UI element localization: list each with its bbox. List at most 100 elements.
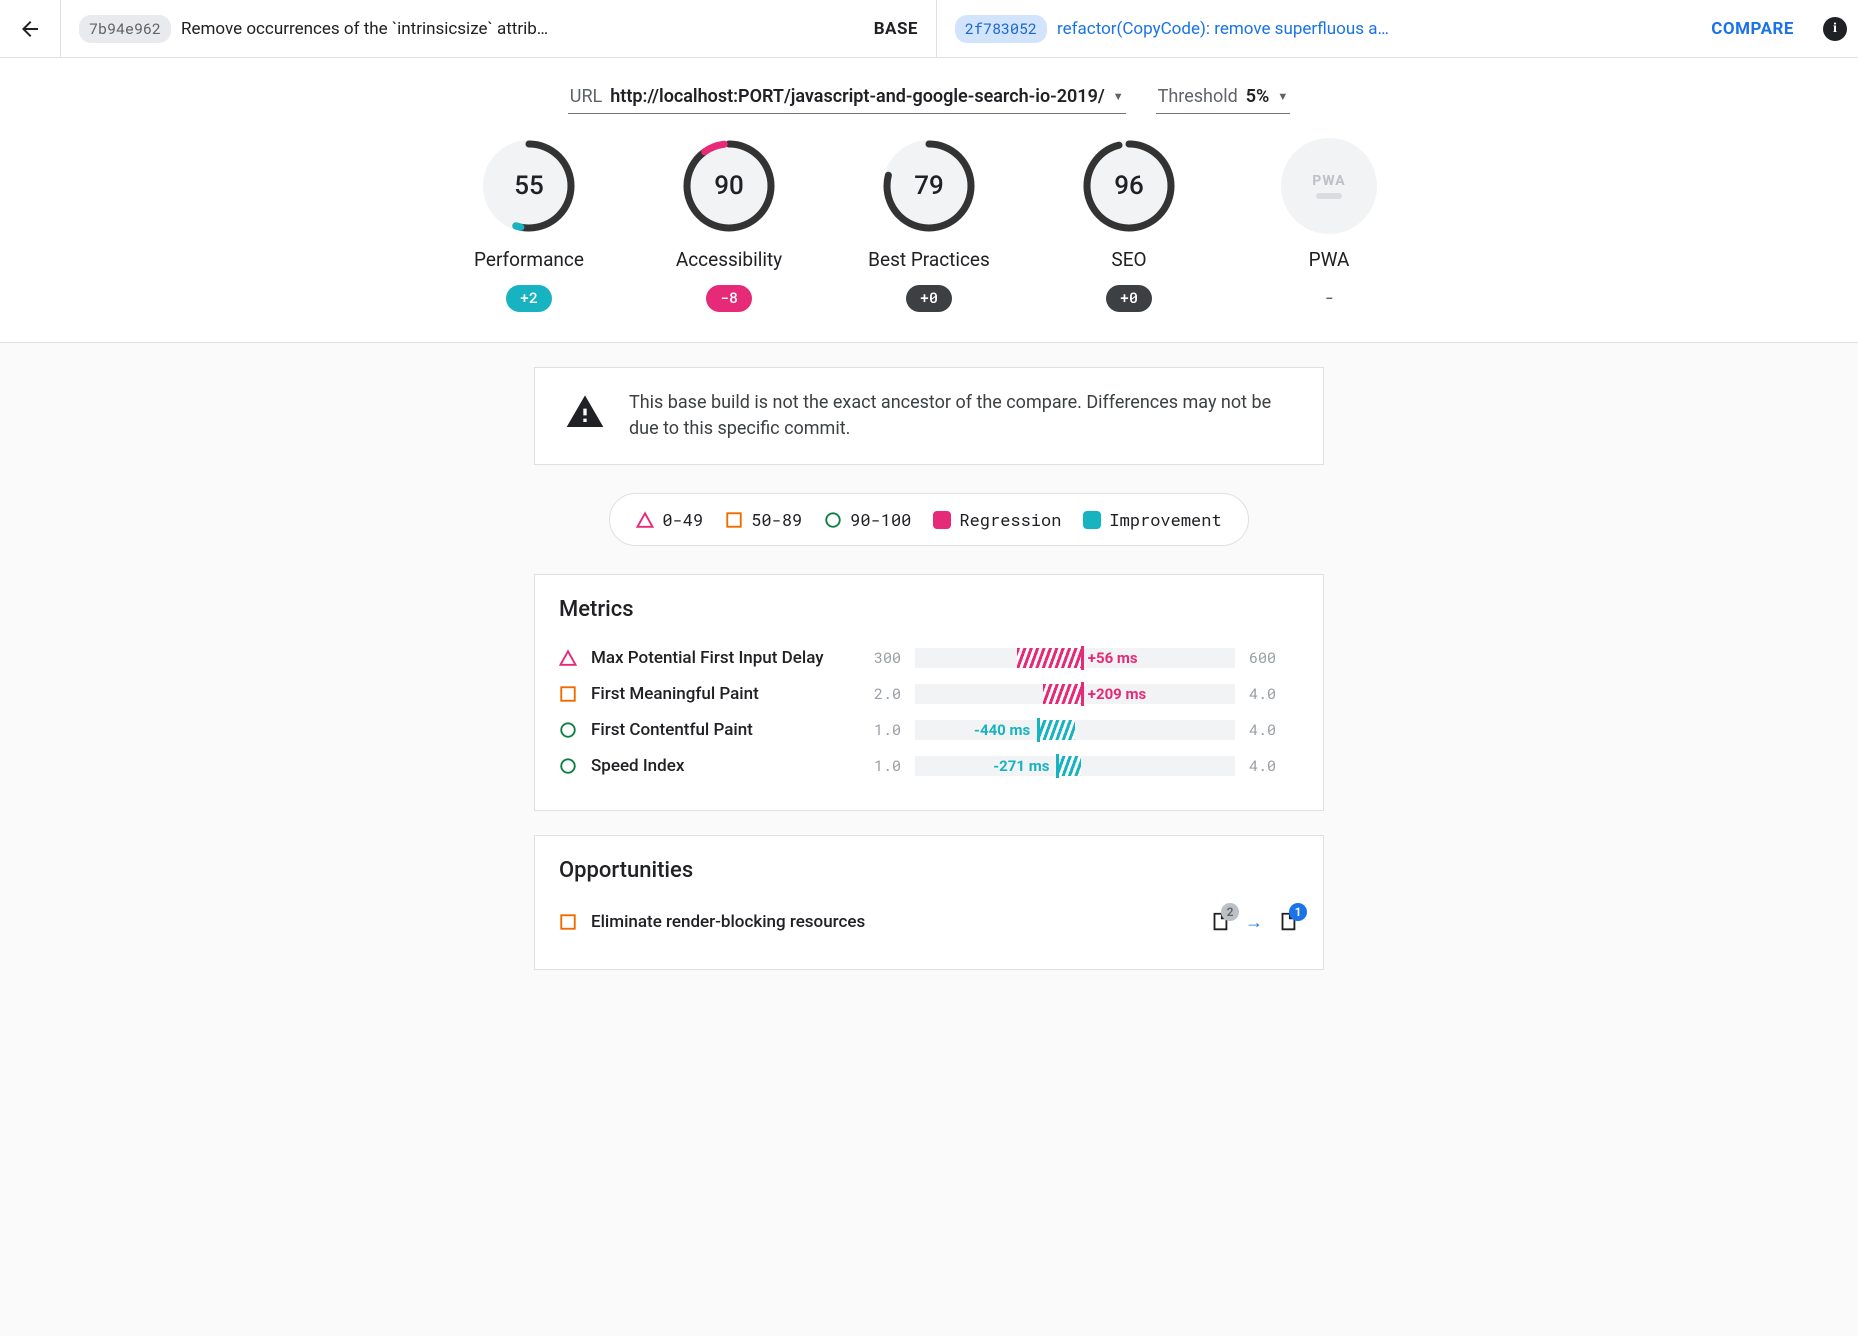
gauge-delta: - [1310,285,1347,312]
metric-bar: -271 ms [915,756,1235,776]
avg-icon [559,913,577,931]
gauge-label: SEO [1111,248,1146,271]
chevron-down-icon: ▼ [1113,90,1124,103]
metric-max: 600 [1249,648,1299,668]
metric-min: 1.0 [851,720,901,740]
metric-delta: -271 ms [993,756,1049,776]
avg-icon [559,685,577,703]
info-icon: i [1823,17,1847,41]
triangle-icon [636,511,654,529]
threshold-value: 5% [1246,86,1270,107]
warning-icon [565,392,605,440]
metric-row[interactable]: Speed Index 1.0 -271 ms 4.0 [559,748,1299,784]
gauge-score: 55 [481,138,577,234]
scorecard: URL http://localhost:PORT/javascript-and… [0,58,1858,343]
metric-bar: +209 ms [915,684,1235,704]
warning-card: This base build is not the exact ancesto… [534,367,1324,465]
base-commit-msg: Remove occurrences of the `intrinsicsize… [181,19,864,39]
gauge-seo[interactable]: 96 SEO +0 [1064,138,1194,312]
gauge-delta: -8 [706,285,752,312]
content: This base build is not the exact ancesto… [516,367,1342,1034]
gauge-label: Performance [474,248,584,271]
header: 7b94e962 Remove occurrences of the `intr… [0,0,1858,58]
pass-icon [559,757,577,775]
metric-name: Speed Index [591,756,837,776]
metric-bar: +56 ms [915,648,1235,668]
metric-row[interactable]: First Meaningful Paint 2.0 +209 ms 4.0 [559,676,1299,712]
gauge-ring: 55 [481,138,577,234]
metric-min: 300 [851,648,901,668]
gauge-ring: 96 [1081,138,1177,234]
metric-min: 1.0 [851,756,901,776]
opportunities-title: Opportunities [559,858,1299,883]
base-hash[interactable]: 7b94e962 [79,15,171,43]
legend-avg: 50-89 [725,508,802,531]
threshold-label: Threshold [1158,86,1238,107]
back-button[interactable] [0,0,60,57]
chevron-down-icon: ▼ [1277,90,1288,103]
legend-pass: 90-100 [824,508,911,531]
gauge-score: 79 [881,138,977,234]
metric-row[interactable]: First Contentful Paint 1.0 -440 ms 4.0 [559,712,1299,748]
metric-max: 4.0 [1249,684,1299,704]
gauge-ring: 90 [681,138,777,234]
opportunity-row[interactable]: Eliminate render-blocking resources 2 → … [559,901,1299,943]
legend-regression: Regression [933,508,1061,531]
url-selector[interactable]: URL http://localhost:PORT/javascript-and… [568,82,1126,114]
gauge-pwa[interactable]: PWA PWA - [1264,138,1394,312]
base-file-icon: 2 [1209,911,1231,933]
metric-max: 4.0 [1249,720,1299,740]
legend: 0-49 50-89 90-100 Regression Improvement [609,493,1248,546]
square-icon [725,511,743,529]
base-pane: 7b94e962 Remove occurrences of the `intr… [60,0,936,57]
opportunity-name: Eliminate render-blocking resources [591,912,1195,932]
pass-icon [559,721,577,739]
metrics-card: Metrics Max Potential First Input Delay … [534,574,1324,811]
gauge-delta: +0 [1106,285,1152,312]
metrics-title: Metrics [559,597,1299,622]
gauge-ring: 79 [881,138,977,234]
legend-fail: 0-49 [636,508,703,531]
threshold-selector[interactable]: Threshold 5% ▼ [1156,82,1291,114]
pwa-icon: PWA [1281,138,1377,234]
improvement-swatch [1083,511,1101,529]
gauge-performance[interactable]: 55 Performance +2 [464,138,594,312]
url-label: URL [570,86,602,107]
metric-max: 4.0 [1249,756,1299,776]
metric-bar: -440 ms [915,720,1235,740]
arrow-left-icon [18,17,42,41]
metric-min: 2.0 [851,684,901,704]
compare-hash[interactable]: 2f783052 [955,15,1047,43]
metric-name: Max Potential First Input Delay [591,648,837,668]
gauge-score: 90 [681,138,777,234]
metric-delta: +209 ms [1088,684,1146,704]
metric-delta: +56 ms [1088,648,1138,668]
gauge-label: Accessibility [676,248,782,271]
url-value: http://localhost:PORT/javascript-and-goo… [610,86,1104,107]
gauges-row: 55 Performance +2 90 Accessibility -8 79… [0,138,1858,312]
compare-commit-msg: refactor(CopyCode): remove superfluous a… [1057,19,1701,39]
opportunities-card: Opportunities Eliminate render-blocking … [534,835,1324,970]
compare-file-icon: 1 [1277,911,1299,933]
metric-name: First Contentful Paint [591,720,837,740]
info-button[interactable]: i [1812,0,1858,57]
gauge-accessibility[interactable]: 90 Accessibility -8 [664,138,794,312]
metric-name: First Meaningful Paint [591,684,837,704]
warning-text: This base build is not the exact ancesto… [629,390,1293,442]
gauge-score: 96 [1081,138,1177,234]
legend-improvement: Improvement [1083,508,1221,531]
metric-row[interactable]: Max Potential First Input Delay 300 +56 … [559,640,1299,676]
compare-tag: COMPARE [1711,19,1794,39]
circle-icon [824,511,842,529]
regression-swatch [933,511,951,529]
fail-icon [559,649,577,667]
gauge-delta: +2 [506,285,552,312]
arrow-right-icon: → [1245,912,1263,933]
compare-pane: 2f783052 refactor(CopyCode): remove supe… [936,0,1812,57]
gauge-delta: +0 [906,285,952,312]
gauge-best-practices[interactable]: 79 Best Practices +0 [864,138,994,312]
gauge-label: Best Practices [868,248,990,271]
base-tag: BASE [874,19,918,39]
controls: URL http://localhost:PORT/javascript-and… [0,82,1858,114]
gauge-label: PWA [1309,248,1350,271]
